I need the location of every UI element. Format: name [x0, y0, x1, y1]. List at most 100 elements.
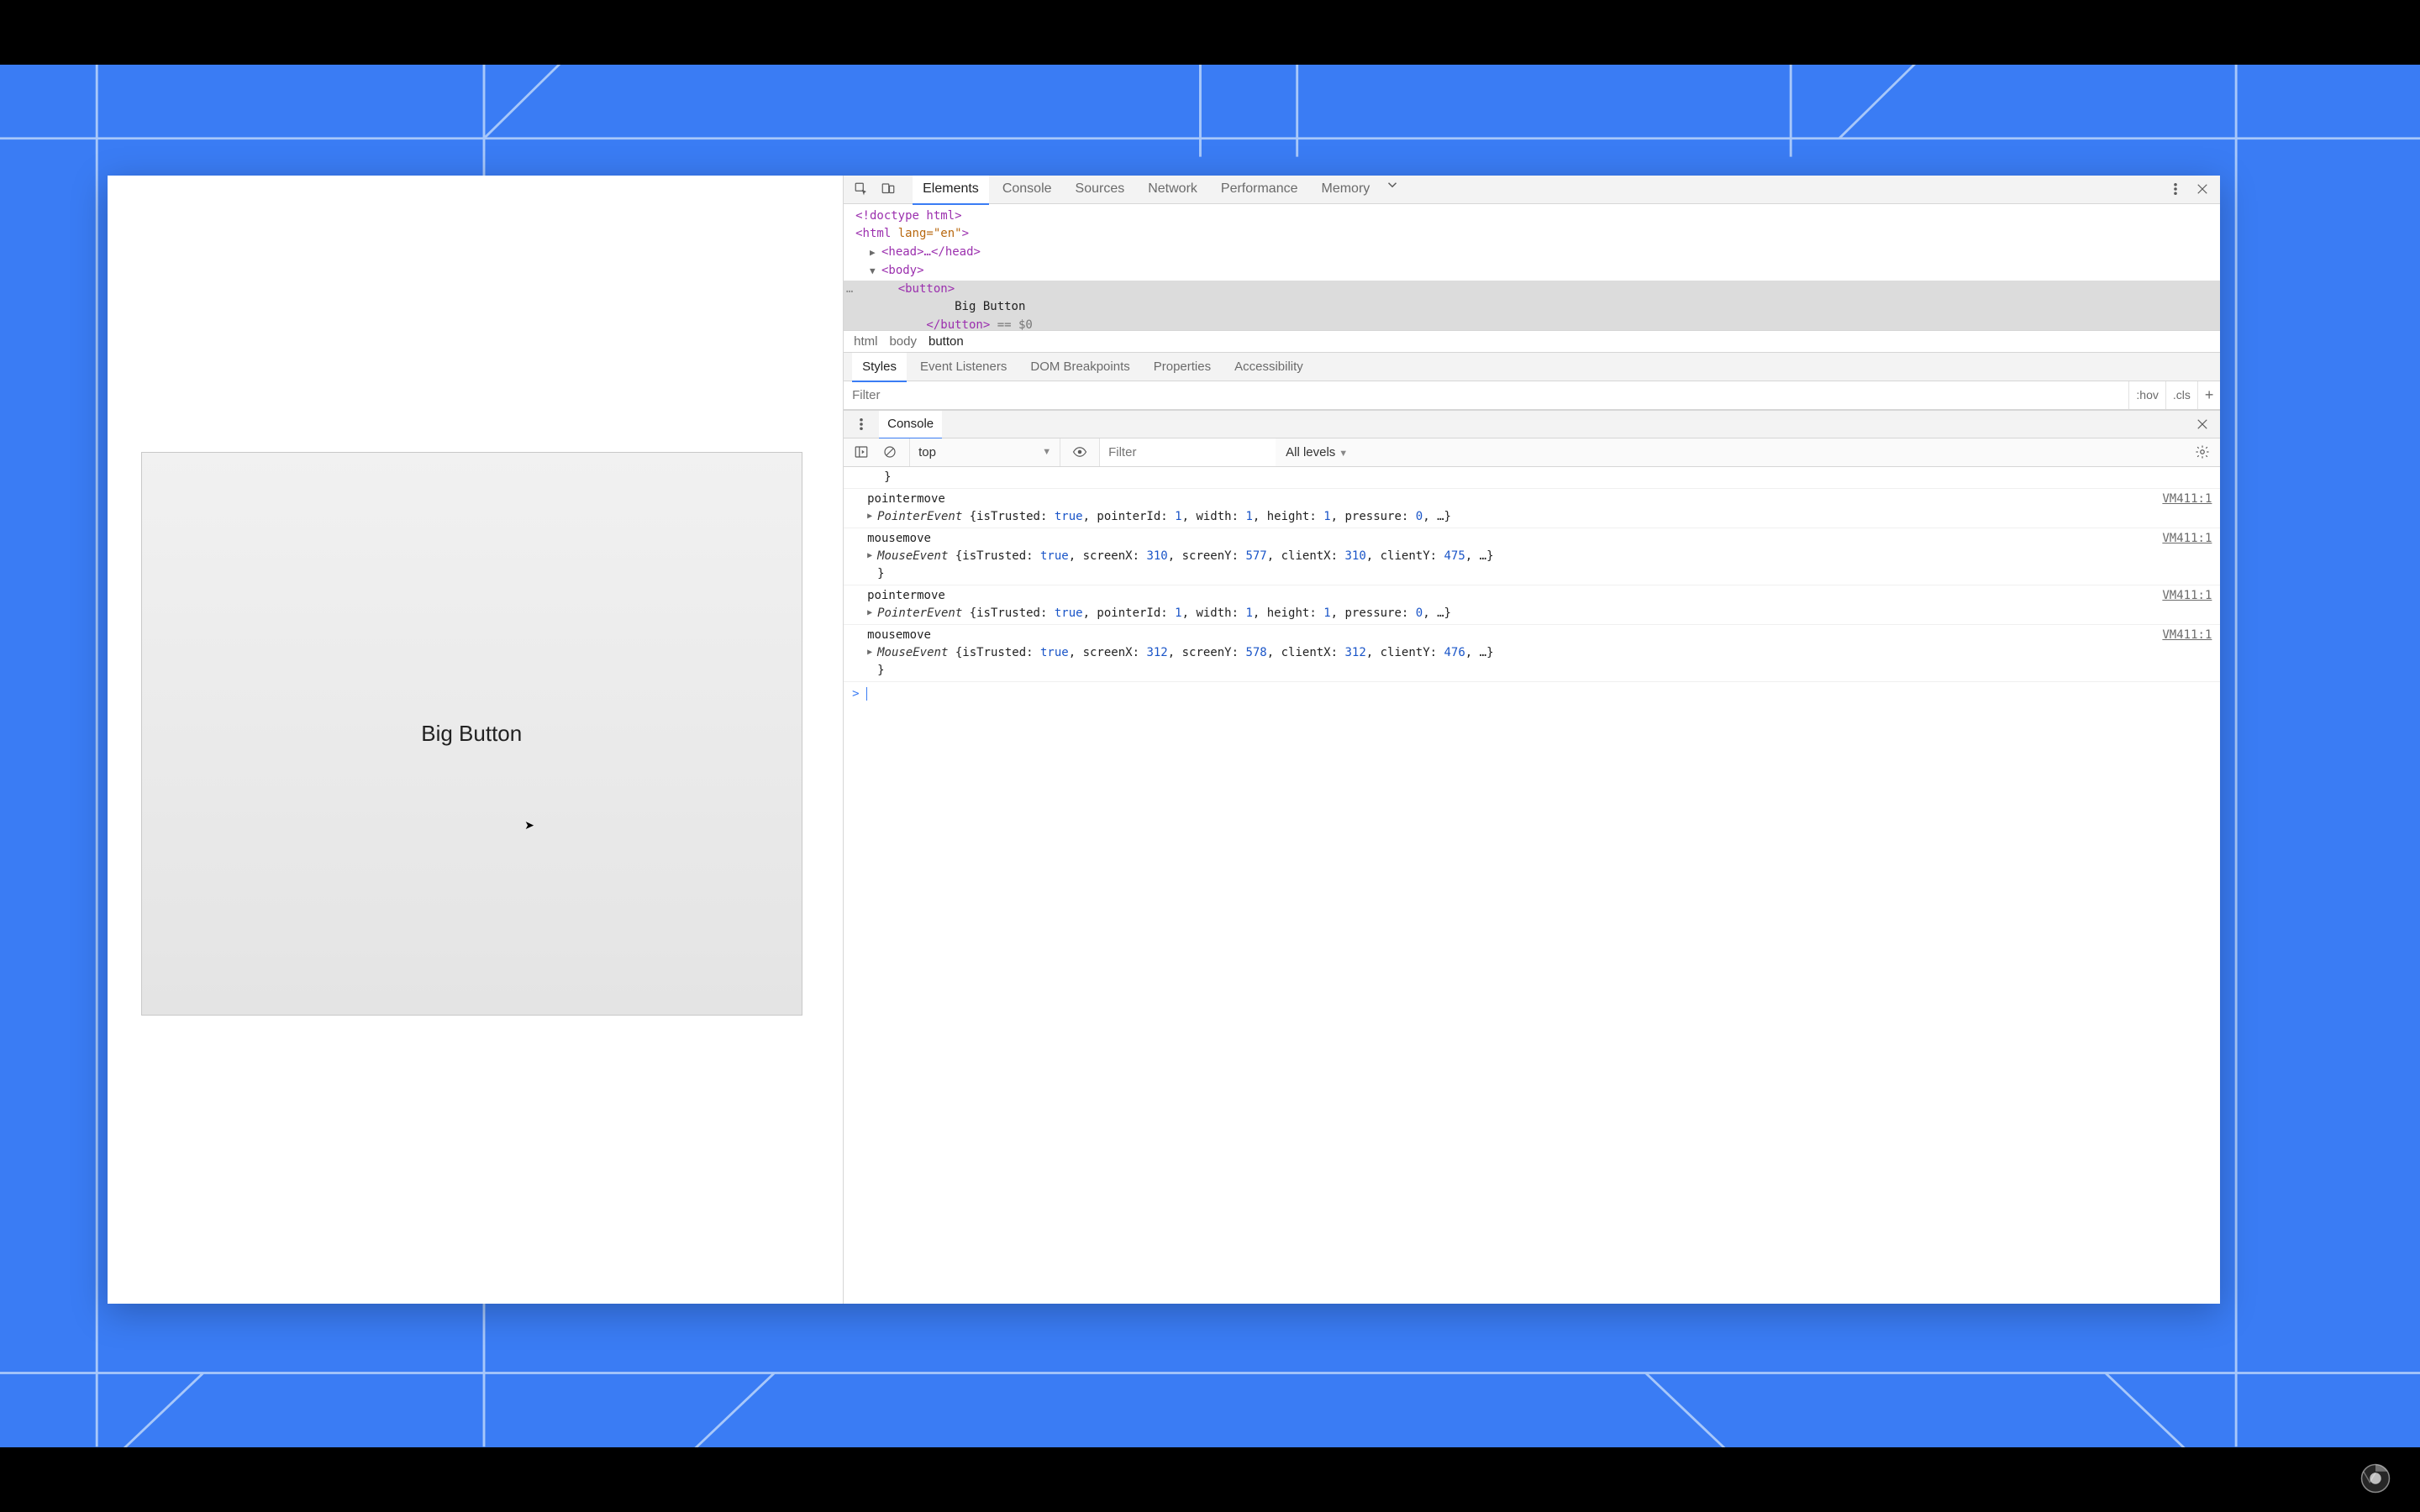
console-tab-label: Console [887, 417, 934, 431]
log-object[interactable]: PointerEvent {isTrusted: true, pointerId… [867, 605, 2212, 622]
collapse-icon[interactable]: ▼ [870, 264, 878, 278]
dom-button-close: </button> [926, 318, 990, 330]
console-context-selector[interactable]: top ▼ [909, 438, 1060, 466]
tab-label: Console [1002, 181, 1052, 197]
side-tab-accessibility[interactable]: Accessibility [1224, 353, 1313, 381]
log-object[interactable]: MouseEvent {isTrusted: true, screenX: 31… [867, 548, 2212, 565]
side-tab-label: DOM Breakpoints [1030, 360, 1129, 374]
hov-toggle[interactable]: :hov [2128, 381, 2165, 409]
side-tab-properties[interactable]: Properties [1144, 353, 1221, 381]
inspect-icon[interactable] [852, 180, 871, 198]
styles-filter-bar: :hov .cls + [844, 381, 2220, 410]
mouse-cursor-icon: ➤ [524, 818, 534, 832]
console-filter-input[interactable] [1099, 438, 1276, 466]
console-prompt[interactable]: > [844, 682, 2220, 706]
close-icon[interactable] [2193, 415, 2212, 433]
log-event-name: mousemove [867, 628, 931, 642]
dom-tree[interactable]: <!doctype html> <html lang="en"> ▶<head>… [844, 204, 2220, 330]
tab-sources[interactable]: Sources [1065, 176, 1135, 203]
log-tail-brace: } [844, 467, 2220, 489]
tab-label: Performance [1221, 181, 1298, 197]
tab-label: Network [1148, 181, 1197, 197]
clear-console-icon[interactable] [881, 443, 899, 461]
new-style-rule-button[interactable]: + [2197, 381, 2221, 409]
dom-html-close-bracket: > [962, 227, 969, 240]
side-tab-label: Styles [862, 360, 897, 374]
log-event-name: pointermove [867, 492, 945, 506]
side-tab-label: Event Listeners [920, 360, 1007, 374]
console-log-entry[interactable]: VM411:1 mousemove MouseEvent {isTrusted: t… [844, 625, 2220, 682]
console-drawer-tab[interactable]: Console [879, 411, 942, 438]
tab-network[interactable]: Network [1138, 176, 1207, 203]
side-tab-label: Properties [1154, 360, 1211, 374]
console-toolbar: top ▼ All levels▼ [844, 438, 2220, 467]
chevron-down-icon: ▼ [1339, 449, 1348, 459]
devtools-panel: Elements Console Sources Network Perform… [843, 176, 2220, 1304]
dom-dollar-zero: == $0 [990, 318, 1033, 330]
device-toggle-icon[interactable] [879, 180, 897, 198]
breadcrumb: html body button [844, 330, 2220, 353]
close-icon[interactable] [2193, 180, 2212, 198]
log-object[interactable]: MouseEvent {isTrusted: true, screenX: 31… [867, 644, 2212, 662]
page-viewport: Big Button ➤ [108, 176, 843, 1304]
big-button[interactable]: Big Button ➤ [141, 452, 802, 1016]
log-source-link[interactable]: VM411:1 [2162, 587, 2212, 605]
console-log-entry[interactable]: VM411:1 pointermove PointerEvent {isTruste… [844, 585, 2220, 625]
context-label: top [918, 445, 936, 459]
devtools-toolbar: Elements Console Sources Network Perform… [844, 176, 2220, 204]
chevron-down-icon: ▼ [1042, 447, 1051, 457]
devtools-window: Big Button ➤ Elements Console Sources Ne… [108, 176, 2220, 1304]
console-log-entry[interactable]: VM411:1 pointermove PointerEvent {isTruste… [844, 489, 2220, 528]
big-button-label: Big Button [421, 721, 522, 746]
log-source-link[interactable]: VM411:1 [2162, 530, 2212, 548]
console-sidebar-toggle-icon[interactable] [852, 443, 871, 461]
prompt-chevron-icon: > [852, 685, 859, 703]
log-event-name: mousemove [867, 532, 931, 545]
log-event-name: pointermove [867, 589, 945, 602]
dom-button-text: Big Button [955, 300, 1025, 313]
side-panel-tabs: Styles Event Listeners DOM Breakpoints P… [844, 353, 2220, 381]
tab-label: Memory [1322, 181, 1370, 197]
dom-body-open[interactable]: <body> [881, 264, 924, 277]
styles-filter-input[interactable] [844, 388, 2128, 402]
breadcrumb-item[interactable]: button [929, 334, 964, 349]
chrome-logo-icon [2360, 1463, 2391, 1494]
console-drawer-header: Console [844, 410, 2220, 438]
more-tabs-icon[interactable] [1383, 176, 1402, 194]
breadcrumb-item[interactable]: html [854, 334, 877, 349]
log-object[interactable]: PointerEvent {isTrusted: true, pointerId… [867, 508, 2212, 526]
tab-elements[interactable]: Elements [913, 176, 989, 203]
log-source-link[interactable]: VM411:1 [2162, 627, 2212, 644]
dom-doctype: <!doctype html> [855, 209, 961, 223]
tab-performance[interactable]: Performance [1211, 176, 1308, 203]
log-source-link[interactable]: VM411:1 [2162, 491, 2212, 508]
side-tab-dom-breakpoints[interactable]: DOM Breakpoints [1020, 353, 1139, 381]
dom-selected-node[interactable]: … <button> Big Button </button> == $0 [844, 281, 2220, 330]
letterbox-bottom [0, 1447, 2420, 1512]
ellipsis-icon[interactable]: … [844, 281, 855, 299]
tab-label: Elements [923, 181, 979, 197]
live-expression-icon[interactable] [1071, 443, 1089, 461]
dom-html-open: <html [855, 227, 891, 240]
log-levels-selector[interactable]: All levels▼ [1286, 445, 1348, 459]
kebab-menu-icon[interactable] [2166, 180, 2185, 198]
side-tab-event-listeners[interactable]: Event Listeners [910, 353, 1017, 381]
text-caret [866, 687, 867, 701]
letterbox-top [0, 0, 2420, 65]
dom-button-open: <button> [898, 282, 955, 296]
tab-console[interactable]: Console [992, 176, 1062, 203]
console-log-entry[interactable]: VM411:1 mousemove MouseEvent {isTrusted: t… [844, 528, 2220, 585]
console-log[interactable]: } VM411:1 pointermove PointerEvent {isTrus… [844, 467, 2220, 1304]
devtools-tabs: Elements Console Sources Network Perform… [913, 176, 1402, 203]
cls-toggle[interactable]: .cls [2165, 381, 2197, 409]
breadcrumb-item[interactable]: body [889, 334, 917, 349]
expand-icon[interactable]: ▶ [870, 245, 878, 260]
dom-html-attr: lang="en" [891, 227, 961, 240]
side-tab-styles[interactable]: Styles [852, 353, 907, 381]
brace: } [884, 470, 891, 484]
gear-icon[interactable] [2193, 443, 2212, 461]
dom-head[interactable]: <head>…</head> [881, 245, 981, 259]
kebab-menu-icon[interactable] [852, 415, 871, 433]
tab-memory[interactable]: Memory [1312, 176, 1381, 203]
tab-label: Sources [1076, 181, 1125, 197]
